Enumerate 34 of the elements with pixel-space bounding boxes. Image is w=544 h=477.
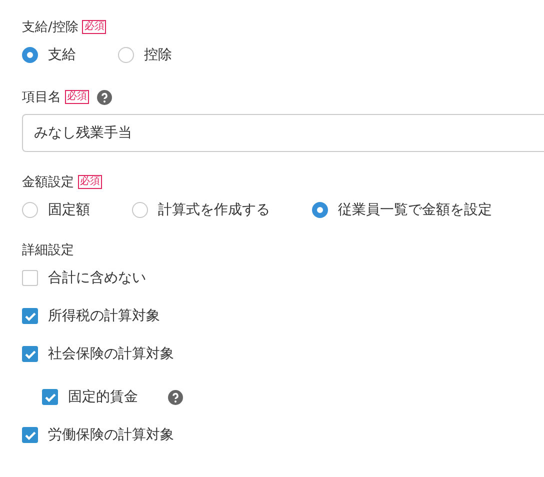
input-field[interactable]: みなし残業手当 [22,114,544,152]
radio-option[interactable]: 従業員一覧で金額を設定 [312,198,534,222]
required-badge: 必須 [78,175,102,189]
required-badge: 必須 [65,90,89,104]
check-icon [24,312,36,320]
radio-button[interactable] [312,202,328,218]
check-icon [24,430,36,440]
checkbox-option[interactable]: 所得税の計算対象 [22,307,160,325]
checkbox[interactable] [22,308,38,324]
checkbox[interactable] [42,389,58,405]
field-label: 項目名 [22,89,61,106]
help-icon[interactable] [168,390,183,404]
radio-option[interactable]: 支給 [22,43,118,67]
help-icon[interactable] [97,90,112,104]
checkbox-option[interactable]: 社会保険の計算対象 [22,345,174,363]
required-badge: 必須 [82,20,106,34]
checkbox[interactable] [22,427,38,443]
field-label: 支給/控除 [22,19,78,36]
radio-option[interactable]: 計算式を作成する [132,198,312,222]
checkbox[interactable] [22,346,38,362]
radio-option[interactable]: 固定額 [22,198,132,222]
checkbox[interactable] [22,270,38,286]
radio-option[interactable]: 控除 [118,43,214,67]
checkbox-option[interactable]: 固定的賃金 [42,388,138,406]
radio-button[interactable] [118,47,134,63]
checkbox-option[interactable]: 労働保険の計算対象 [22,426,174,444]
field-label: 詳細設定 [22,242,74,259]
checkbox-option[interactable]: 合計に含めない [22,269,146,287]
check-icon [44,392,56,402]
field-label: 金額設定 [22,174,74,191]
radio-button[interactable] [22,202,38,218]
radio-button[interactable] [132,202,148,218]
radio-button[interactable] [22,47,38,63]
check-icon [24,350,36,358]
